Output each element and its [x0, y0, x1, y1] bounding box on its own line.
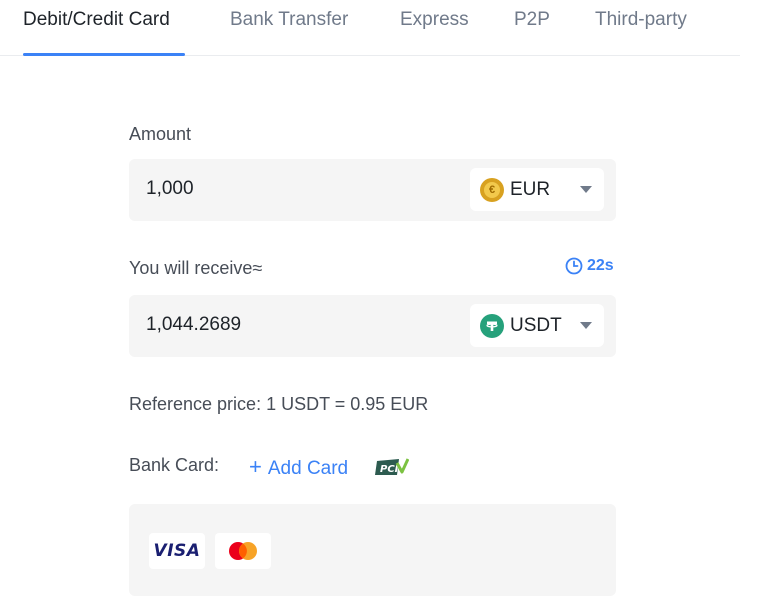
supported-cards: VISA: [129, 504, 616, 596]
receive-currency-code: USDT: [510, 315, 562, 336]
tether-coin-icon: [480, 314, 504, 338]
amount-currency-code: EUR: [510, 179, 551, 200]
chevron-down-icon: [580, 322, 592, 329]
amount-label: Amount: [129, 124, 192, 144]
timer-value: 22s: [587, 257, 614, 274]
pci-dss-icon: PCI: [375, 458, 409, 475]
tab-express[interactable]: Express: [400, 9, 469, 31]
quote-timer: 22s: [565, 257, 614, 275]
visa-logo-text: VISA: [153, 541, 201, 561]
bank-card-label: Bank Card:: [129, 455, 220, 475]
payment-method-tabs: Debit/Credit Card Bank Transfer Express …: [0, 0, 740, 56]
euro-coin-icon: €: [480, 178, 504, 202]
mastercard-logo: [215, 533, 271, 569]
add-card-button[interactable]: + Add Card: [249, 454, 348, 480]
amount-field: 1,000 € EUR: [129, 159, 616, 221]
clock-icon: [565, 257, 583, 275]
tab-p2p[interactable]: P2P: [514, 9, 550, 31]
reference-price: Reference price: 1 USDT = 0.95 EUR: [129, 394, 429, 414]
active-tab-indicator: [23, 53, 185, 56]
add-card-label: Add Card: [267, 458, 349, 479]
receive-label: You will receive≈: [129, 258, 263, 278]
pci-badge-text: PCI: [380, 464, 399, 475]
receive-currency-select[interactable]: USDT: [470, 304, 604, 347]
receive-field: 1,044.2689 USDT: [129, 295, 616, 357]
chevron-down-icon: [580, 186, 592, 193]
visa-logo: VISA: [149, 533, 205, 569]
amount-input[interactable]: 1,000: [146, 178, 194, 200]
tab-bank-transfer[interactable]: Bank Transfer: [230, 9, 348, 31]
receive-input[interactable]: 1,044.2689: [146, 314, 241, 336]
amount-currency-select[interactable]: € EUR: [470, 168, 604, 211]
tab-third-party[interactable]: Third-party: [595, 9, 687, 31]
tab-debit-credit-card[interactable]: Debit/Credit Card: [23, 9, 170, 31]
plus-icon: +: [249, 454, 262, 479]
